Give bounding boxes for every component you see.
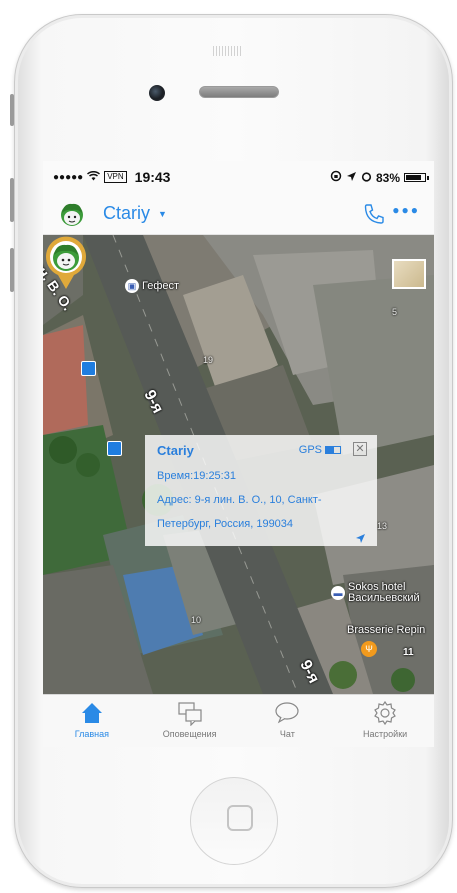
rotation-lock-icon xyxy=(330,170,342,185)
map-view[interactable]: ин. В. О. 9-я 9-я 19 10 5 4 13 11 ▣ Гефе… xyxy=(43,235,434,694)
location-info-popup: Ctariy GPS ✕ Время:19:25:31 Адрес: 9-я л… xyxy=(145,435,377,546)
tab-notifications[interactable]: Оповещения xyxy=(141,695,239,747)
status-time: 19:43 xyxy=(134,169,171,185)
shop-icon: ▣ xyxy=(125,279,139,293)
building-number: 11 xyxy=(403,647,414,658)
location-arrow-icon xyxy=(346,171,357,185)
poi-sokos-label: Sokos hotel Васильевский xyxy=(348,582,420,604)
earpiece xyxy=(199,86,279,98)
poi-sokos-hotel[interactable]: ▬ Sokos hotel Васильевский xyxy=(331,582,420,604)
bottom-tab-bar: Главная Оповещения Чат Настройки xyxy=(43,694,434,747)
child-avatar-icon[interactable] xyxy=(59,201,85,227)
home-icon xyxy=(81,703,102,723)
signal-strength: ●●●●● xyxy=(53,171,84,183)
poi-brasserie-label: Brasserie Repin xyxy=(347,624,426,636)
gps-status: GPS xyxy=(299,444,341,456)
tab-settings[interactable]: Настройки xyxy=(336,695,434,747)
poi-brasserie[interactable]: Brasserie Repin xyxy=(347,625,425,636)
device-battery-icon xyxy=(325,446,341,454)
building-number: 5 xyxy=(392,307,398,317)
settings-icon xyxy=(374,700,396,726)
more-options-icon[interactable]: ●●● xyxy=(392,203,420,217)
user-name-selector[interactable]: Ctariy xyxy=(103,203,150,224)
tab-home-label: Главная xyxy=(74,729,109,739)
poi-sokos-line2: Васильевский xyxy=(348,592,420,604)
map-layer-toggle[interactable] xyxy=(392,259,426,289)
speaker-grille xyxy=(213,46,243,56)
volume-down-button xyxy=(10,248,14,292)
screen: ●●●●● VPN 19:43 83% Ctariy ▼ ●●● ин. В. … xyxy=(43,161,434,747)
tab-chat[interactable]: Чат xyxy=(239,695,337,747)
home-button-icon xyxy=(227,805,253,831)
close-icon[interactable]: ✕ xyxy=(353,442,367,456)
phone-call-icon[interactable] xyxy=(362,202,386,226)
poi-gefest-label: Гефест xyxy=(142,279,180,292)
building-number: 13 xyxy=(377,521,388,531)
popup-time: Время:19:25:31 xyxy=(157,470,236,482)
chevron-down-icon[interactable]: ▼ xyxy=(158,209,167,219)
tab-home[interactable]: Главная xyxy=(43,695,141,747)
hotel-icon: ▬ xyxy=(331,586,345,600)
bus-stop-icon[interactable] xyxy=(107,441,122,456)
child-location-marker[interactable] xyxy=(43,235,89,291)
bus-stop-icon[interactable] xyxy=(81,361,96,376)
tab-chat-label: Чат xyxy=(279,729,295,739)
restaurant-icon[interactable]: Ψ xyxy=(361,641,377,657)
vpn-badge: VPN xyxy=(104,171,127,183)
mute-switch xyxy=(10,94,14,126)
tab-settings-label: Настройки xyxy=(363,729,408,739)
front-camera xyxy=(149,85,165,101)
app-header: Ctariy ▼ ●●● xyxy=(43,193,434,235)
poi-gefest[interactable]: ▣ Гефест xyxy=(125,279,179,293)
gps-label: GPS xyxy=(298,444,322,456)
popup-address-line2: Петербург, Россия, 199034 xyxy=(157,518,294,530)
alarm-icon xyxy=(361,171,372,185)
battery-percent: 83% xyxy=(375,170,400,185)
status-bar: ●●●●● VPN 19:43 83% xyxy=(43,161,434,193)
building-number: 10 xyxy=(191,615,202,625)
chat-icon xyxy=(275,702,299,724)
wifi-icon xyxy=(87,170,101,184)
popup-address-line1: Адрес: 9-я лин. В. О., 10, Санкт- xyxy=(157,494,322,506)
battery-icon xyxy=(404,173,429,182)
volume-up-button xyxy=(10,178,14,222)
building-number: 19 xyxy=(203,355,214,365)
tab-notifications-label: Оповещения xyxy=(162,729,217,739)
status-right: 83% xyxy=(330,170,429,185)
notifications-icon xyxy=(178,702,202,726)
